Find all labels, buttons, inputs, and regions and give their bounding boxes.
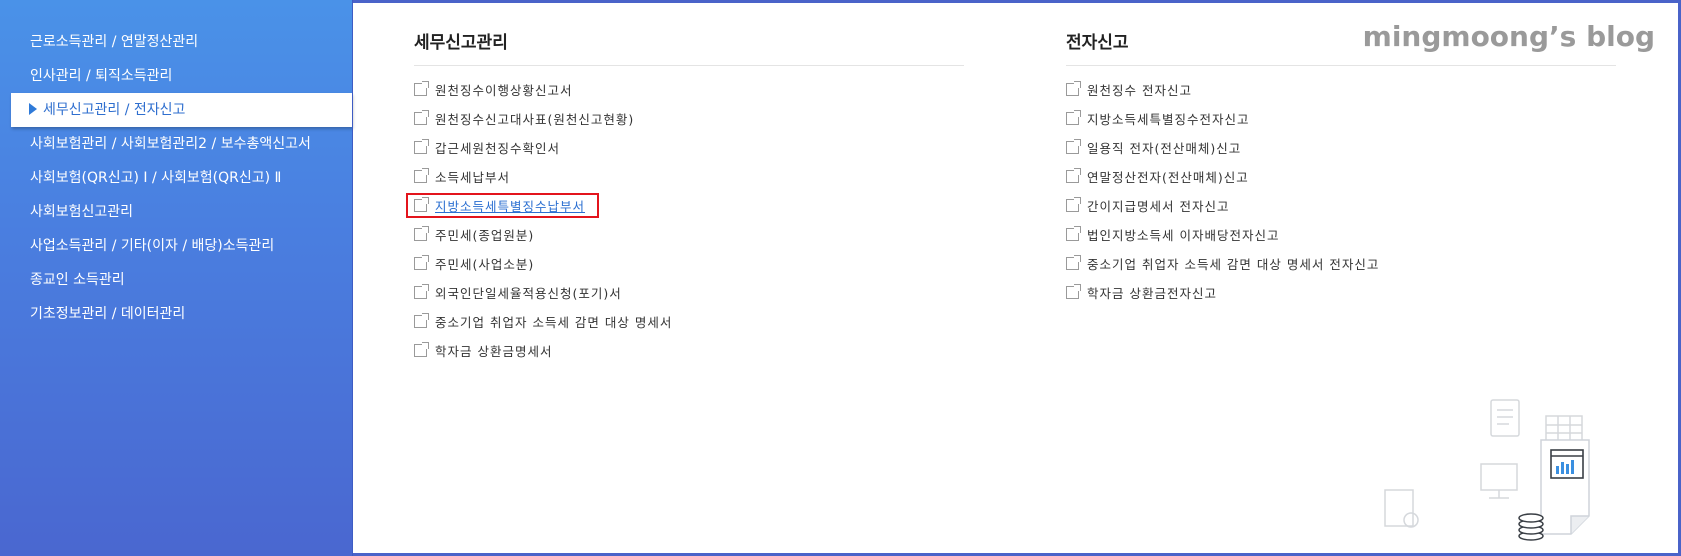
menu-link-label: 일용직 전자(전산매체)신고 — [1087, 141, 1242, 156]
menu-link-label: 원천징수이행상황신고서 — [435, 83, 573, 98]
sidebar-item-social-insurance-qr[interactable]: 사회보험(QR신고) Ⅰ / 사회보험(QR신고) Ⅱ — [0, 161, 352, 195]
sidebar-item-tax-filing[interactable]: 세무신고관리 / 전자신고 — [11, 93, 352, 127]
menu-link-label: 소득세납부서 — [435, 170, 511, 185]
sidebar-menu: 근로소득관리 / 연말정산관리 인사관리 / 퇴직소득관리 세무신고관리 / 전… — [0, 25, 352, 331]
external-link-icon — [414, 197, 429, 212]
menu-link[interactable]: 학자금 상환금전자신고 — [1066, 279, 1616, 308]
document-gear-icon — [1384, 489, 1419, 528]
sidebar-item-business-income[interactable]: 사업소득관리 / 기타(이자 / 배당)소득관리 — [0, 229, 352, 263]
menu-link[interactable]: 소득세납부서 — [414, 163, 964, 192]
content-panel: 세무신고관리 원천징수이행상황신고서 원천징수신고대사표(원천신고현황) 갑근세… — [352, 0, 1681, 556]
sidebar-item-label: 사회보험신고관리 — [30, 204, 134, 220]
watermark: mingmoong’s blog — [1362, 20, 1655, 53]
external-link-icon — [414, 81, 429, 96]
menu-link[interactable]: 갑근세원천징수확인서 — [414, 134, 964, 163]
menu-link-label: 외국인단일세율적용신청(포기)서 — [435, 286, 622, 301]
external-link-icon — [414, 110, 429, 125]
sidebar-item-label: 사회보험(QR신고) Ⅰ / 사회보험(QR신고) Ⅱ — [30, 170, 282, 186]
external-link-icon — [414, 313, 429, 328]
menu-link-highlighted[interactable]: 지방소득세특별징수납부서 — [406, 192, 964, 221]
play-arrow-icon — [29, 103, 37, 115]
highlight-box — [406, 193, 599, 218]
menu-link[interactable]: 간이지급명세서 전자신고 — [1066, 192, 1616, 221]
menu-link-label: 원천징수 전자신고 — [1087, 83, 1192, 98]
coins-icon — [1518, 513, 1544, 541]
menu-link[interactable]: 원천징수이행상황신고서 — [414, 76, 964, 105]
menu-link[interactable]: 학자금 상환금명세서 — [414, 337, 964, 366]
menu-link-label: 지방소득세특별징수전자신고 — [1087, 112, 1250, 127]
monitor-icon — [1480, 463, 1518, 499]
menu-link-label: 주민세(종업원분) — [435, 228, 535, 243]
report-document-icon — [1540, 439, 1590, 535]
sidebar: 근로소득관리 / 연말정산관리 인사관리 / 퇴직소득관리 세무신고관리 / 전… — [0, 0, 352, 556]
sidebar-item-religious-income[interactable]: 종교인 소득관리 — [0, 263, 352, 297]
external-link-icon — [1066, 168, 1081, 183]
menu-link[interactable]: 주민세(사업소분) — [414, 250, 964, 279]
menu-link[interactable]: 원천징수 전자신고 — [1066, 76, 1616, 105]
menu-link-label: 주민세(사업소분) — [435, 257, 535, 272]
menu-link[interactable]: 연말정산전자(전산매체)신고 — [1066, 163, 1616, 192]
tax-menu-list: 원천징수이행상황신고서 원천징수신고대사표(원천신고현황) 갑근세원천징수확인서… — [406, 76, 964, 366]
tax-filing-section: 세무신고관리 원천징수이행상황신고서 원천징수신고대사표(원천신고현황) 갑근세… — [406, 28, 964, 366]
sidebar-item-label: 근로소득관리 / 연말정산관리 — [30, 34, 199, 50]
external-link-icon — [414, 226, 429, 241]
menu-link[interactable]: 주민세(종업원분) — [414, 221, 964, 250]
menu-link[interactable]: 원천징수신고대사표(원천신고현황) — [414, 105, 964, 134]
menu-link-label: 원천징수신고대사표(원천신고현황) — [435, 112, 635, 127]
external-link-icon — [1066, 226, 1081, 241]
external-link-icon — [1066, 284, 1081, 299]
menu-link[interactable]: 외국인단일세율적용신청(포기)서 — [414, 279, 964, 308]
sidebar-item-label: 종교인 소득관리 — [30, 272, 125, 288]
menu-link-label: 학자금 상환금전자신고 — [1087, 286, 1217, 301]
sidebar-item-social-insurance[interactable]: 사회보험관리 / 사회보험관리2 / 보수총액신고서 — [0, 127, 352, 161]
decorative-illustration — [1384, 399, 1590, 541]
efile-menu-list: 원천징수 전자신고 지방소득세특별징수전자신고 일용직 전자(전산매체)신고 연… — [1066, 76, 1616, 308]
sidebar-item-earned-income[interactable]: 근로소득관리 / 연말정산관리 — [0, 25, 352, 59]
table-icon — [1545, 415, 1583, 443]
menu-link[interactable]: 중소기업 취업자 소득세 감면 대상 명세서 전자신고 — [1066, 250, 1616, 279]
notebook-icon — [1490, 399, 1520, 437]
menu-link[interactable]: 일용직 전자(전산매체)신고 — [1066, 134, 1616, 163]
external-link-icon — [414, 342, 429, 357]
sidebar-item-label: 인사관리 / 퇴직소득관리 — [30, 68, 173, 84]
menu-link[interactable]: 법인지방소득세 이자배당전자신고 — [1066, 221, 1616, 250]
external-link-icon — [1066, 110, 1081, 125]
external-link-icon — [414, 168, 429, 183]
sidebar-item-hr[interactable]: 인사관리 / 퇴직소득관리 — [0, 59, 352, 93]
menu-link-label: 간이지급명세서 전자신고 — [1087, 199, 1230, 214]
external-link-icon — [414, 139, 429, 154]
external-link-icon — [1066, 197, 1081, 212]
menu-link-label: 중소기업 취업자 소득세 감면 대상 명세서 — [435, 315, 673, 330]
menu-link-label: 법인지방소득세 이자배당전자신고 — [1087, 228, 1280, 243]
sidebar-item-label: 사업소득관리 / 기타(이자 / 배당)소득관리 — [30, 238, 275, 254]
menu-link[interactable]: 중소기업 취업자 소득세 감면 대상 명세서 — [414, 308, 964, 337]
menu-link-label: 갑근세원천징수확인서 — [435, 141, 561, 156]
menu-link-label: 학자금 상환금명세서 — [435, 344, 553, 359]
sidebar-item-label: 사회보험관리 / 사회보험관리2 / 보수총액신고서 — [30, 136, 311, 152]
menu-link-label: 연말정산전자(전산매체)신고 — [1087, 170, 1249, 185]
external-link-icon — [1066, 255, 1081, 270]
sidebar-item-label: 세무신고관리 / 전자신고 — [43, 102, 186, 118]
menu-link[interactable]: 지방소득세특별징수전자신고 — [1066, 105, 1616, 134]
sidebar-item-social-insurance-report[interactable]: 사회보험신고관리 — [0, 195, 352, 229]
sidebar-item-basic-info[interactable]: 기초정보관리 / 데이터관리 — [0, 297, 352, 331]
electronic-filing-section: 전자신고 원천징수 전자신고 지방소득세특별징수전자신고 일용직 전자(전산매체… — [1066, 28, 1616, 308]
sidebar-item-label: 기초정보관리 / 데이터관리 — [30, 306, 186, 322]
external-link-icon — [1066, 139, 1081, 154]
external-link-icon — [414, 255, 429, 270]
section-title: 세무신고관리 — [414, 28, 964, 66]
external-link-icon — [414, 284, 429, 299]
menu-link-label: 중소기업 취업자 소득세 감면 대상 명세서 전자신고 — [1087, 257, 1380, 272]
external-link-icon — [1066, 81, 1081, 96]
